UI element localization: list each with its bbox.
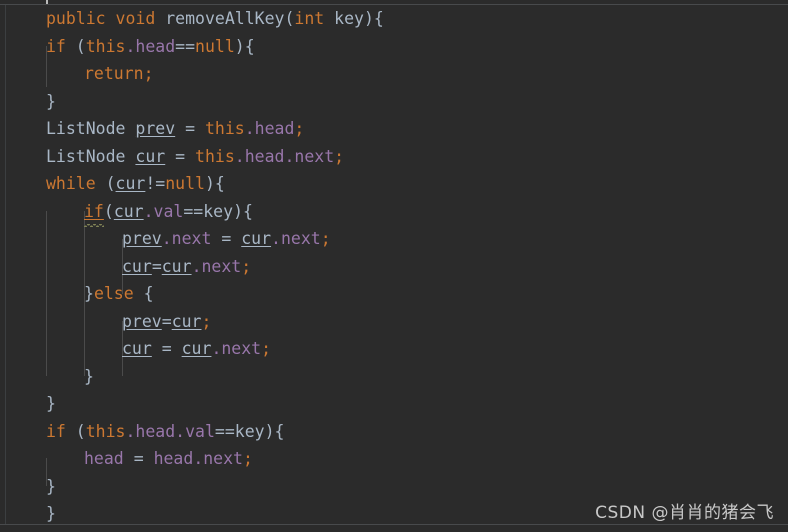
token-field: .head [125,421,176,441]
token-type: ListNode [46,119,126,138]
code-line[interactable]: return; [0,60,788,88]
token-keyword: this [195,146,235,166]
token-variable: cur [171,311,202,331]
code-editor[interactable]: public void removeAllKey(int key){ if (t… [0,0,788,532]
token-field: .next [271,229,321,248]
token-parameter: key [203,201,234,221]
token-field: .next [161,229,212,248]
token-variable: cur [241,229,272,248]
token-field: .head [244,119,295,138]
token-parameter: key [234,421,265,441]
code-line[interactable]: cur=cur.next; [0,253,788,281]
token-keyword: if [46,36,66,56]
token-keyword: int [294,9,325,28]
code-line[interactable]: } [0,473,788,501]
token-variable: cur [115,174,146,193]
text-caret [46,0,48,4]
token-keyword: public [46,9,106,28]
code-line[interactable]: cur = cur.next; [0,335,788,363]
code-line[interactable]: } [0,363,788,391]
code-line[interactable]: }else { [0,280,788,308]
token-variable: prev [122,229,162,248]
code-line[interactable]: if (this.head==null){ [0,33,788,61]
token-keyword: return [84,64,144,83]
token-variable: cur [122,339,152,358]
token-type: ListNode [46,146,126,166]
token-variable: prev [122,311,162,331]
code-line[interactable]: head = head.next; [0,445,788,473]
code-line[interactable]: prev.next = cur.next; [0,225,788,253]
code-line[interactable]: ListNode prev = this.head; [0,115,788,143]
token-variable: cur [122,256,152,276]
token-field: head [153,449,194,468]
token-method-name: removeAllKey [165,9,285,28]
token-field: .val [143,201,184,221]
token-variable: cur [161,256,192,276]
code-content[interactable]: public void removeAllKey(int key){ if (t… [0,5,788,524]
token-field: .next [193,449,243,468]
code-line[interactable]: public void removeAllKey(int key){ [0,5,788,33]
token-keyword-warning: if [84,201,104,221]
token-field: head [84,449,124,468]
token-variable: prev [135,119,176,138]
token-keyword: this [204,119,245,138]
token-field: .head [125,36,176,56]
token-field: .next [211,339,262,358]
token-keyword: while [46,174,96,193]
code-line[interactable]: } [0,88,788,116]
code-line[interactable]: ListNode cur = this.head.next; [0,143,788,171]
token-parameter: key [334,9,364,28]
token-variable: cur [181,339,212,358]
code-line[interactable]: while (cur!=null){ [0,170,788,198]
token-variable: cur [135,146,166,166]
token-keyword: else [93,284,134,303]
token-field: .next [284,146,335,166]
token-field: .next [191,256,242,276]
token-keyword: void [115,9,156,28]
token-keyword: this [85,36,126,56]
code-line[interactable]: if (this.head.val==key){ [0,418,788,446]
token-keyword: if [46,421,66,441]
code-line[interactable]: } [0,390,788,418]
code-line[interactable]: prev=cur; [0,308,788,336]
code-line[interactable]: if(cur.val==key){ [0,198,788,226]
token-field: .val [175,421,215,441]
token-keyword: null [165,174,205,193]
token-keyword: null [195,36,235,56]
csdn-watermark: CSDN @肖肖的猪会飞 [595,503,774,523]
token-variable: cur [113,201,144,221]
token-field: .head [234,146,285,166]
token-keyword: this [85,421,126,441]
